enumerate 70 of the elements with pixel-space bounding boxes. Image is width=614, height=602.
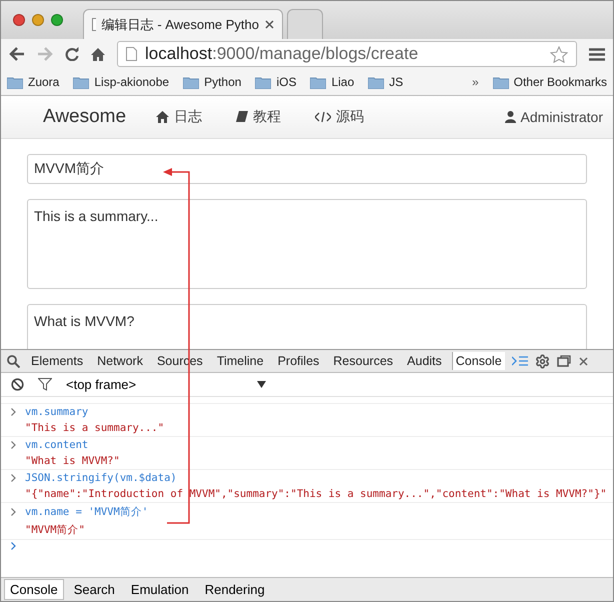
- devtools-tab[interactable]: Profiles: [274, 352, 322, 370]
- brand-title[interactable]: Awesome: [43, 106, 126, 128]
- home-icon: [156, 111, 170, 123]
- close-icon[interactable]: [578, 356, 588, 366]
- code-icon: [315, 111, 332, 123]
- console-drawer-icon[interactable]: [512, 356, 528, 366]
- console-command: vm.name = 'MVVM简介': [1, 502, 613, 521]
- bookmark[interactable]: Python: [183, 75, 242, 89]
- minimize-icon[interactable]: [32, 14, 44, 26]
- settings-icon[interactable]: [534, 354, 550, 368]
- star-icon[interactable]: [550, 46, 568, 62]
- nav-link[interactable]: 源码: [315, 108, 364, 126]
- folder-icon: [183, 76, 200, 88]
- bookmark[interactable]: JS: [368, 75, 404, 89]
- prompt-chevron-icon: [11, 474, 16, 482]
- user-icon: [504, 111, 516, 123]
- home-icon[interactable]: [91, 48, 105, 60]
- folder-icon: [310, 76, 326, 88]
- console-command: vm.summary: [1, 403, 613, 420]
- devtools-tab[interactable]: Resources: [329, 352, 396, 370]
- bookmark[interactable]: iOS: [255, 75, 296, 89]
- dropdown-caret-icon: [257, 381, 266, 388]
- console-result: "This is a summary...": [24, 421, 166, 436]
- drawer-tab[interactable]: Search: [68, 579, 121, 600]
- filter-icon[interactable]: [38, 378, 52, 391]
- console-command: JSON.stringify(vm.$data): [1, 469, 613, 486]
- close-icon[interactable]: [265, 20, 274, 29]
- folder-icon: [255, 76, 272, 88]
- prompt-chevron-icon: [11, 408, 16, 416]
- bookmark[interactable]: Zuora: [7, 75, 60, 89]
- devtools-tab[interactable]: Elements: [27, 352, 86, 370]
- devtools-tab[interactable]: Console: [452, 352, 505, 370]
- drawer-tab[interactable]: Rendering: [198, 579, 271, 600]
- bookmark[interactable]: Liao: [310, 75, 354, 89]
- devtools-tab[interactable]: Audits: [403, 352, 445, 370]
- prompt-chevron-icon: [11, 508, 16, 516]
- folder-icon: [7, 76, 23, 88]
- nav-link[interactable]: 教程: [236, 108, 282, 126]
- nav-link[interactable]: 日志: [156, 108, 202, 126]
- address-bar[interactable]: localhost:9000/manage/blogs/create: [117, 41, 577, 67]
- book-icon: [236, 111, 248, 123]
- console-result: "MVVM简介": [24, 523, 86, 538]
- browser-tab[interactable]: 编辑日志 - Awesome Pytho: [83, 9, 283, 39]
- folder-icon: [73, 76, 90, 88]
- back-icon[interactable]: [9, 47, 25, 61]
- dock-icon[interactable]: [556, 354, 572, 368]
- more-bookmarks-chevron[interactable]: »: [472, 75, 479, 89]
- menu-icon[interactable]: [589, 48, 605, 60]
- prompt-chevron-icon: [11, 441, 16, 449]
- frame-select[interactable]: <top frame>: [66, 377, 266, 392]
- prompt-chevron-icon: [11, 542, 16, 550]
- bookmark[interactable]: Other Bookmarks: [492, 75, 607, 89]
- drawer-tab[interactable]: Emulation: [124, 579, 195, 600]
- search-icon[interactable]: [7, 354, 20, 368]
- name-input[interactable]: MVVM简介: [27, 154, 587, 184]
- bookmark[interactable]: Lisp-akionobe: [73, 75, 170, 89]
- console-command: vm.content: [1, 436, 613, 453]
- url-text: localhost:9000/manage/blogs/create: [145, 44, 418, 64]
- maximize-icon[interactable]: [51, 14, 63, 26]
- console-result: "What is MVVM?": [24, 454, 121, 469]
- devtools-tab[interactable]: Timeline: [212, 352, 267, 370]
- reload-icon[interactable]: [65, 47, 79, 61]
- user-link[interactable]: Administrator: [504, 109, 603, 125]
- folder-icon: [368, 76, 384, 88]
- clear-icon[interactable]: [11, 378, 24, 391]
- summary-textarea[interactable]: This is a summary...: [27, 199, 587, 289]
- devtools-tab[interactable]: Network: [93, 352, 146, 370]
- folder-icon: [492, 76, 509, 88]
- console-result: "{"name":"Introduction of MVVM","summary":"This is a summary...","content":"What is MVVM?"}": [24, 487, 608, 502]
- drawer-tab[interactable]: Console: [4, 579, 64, 600]
